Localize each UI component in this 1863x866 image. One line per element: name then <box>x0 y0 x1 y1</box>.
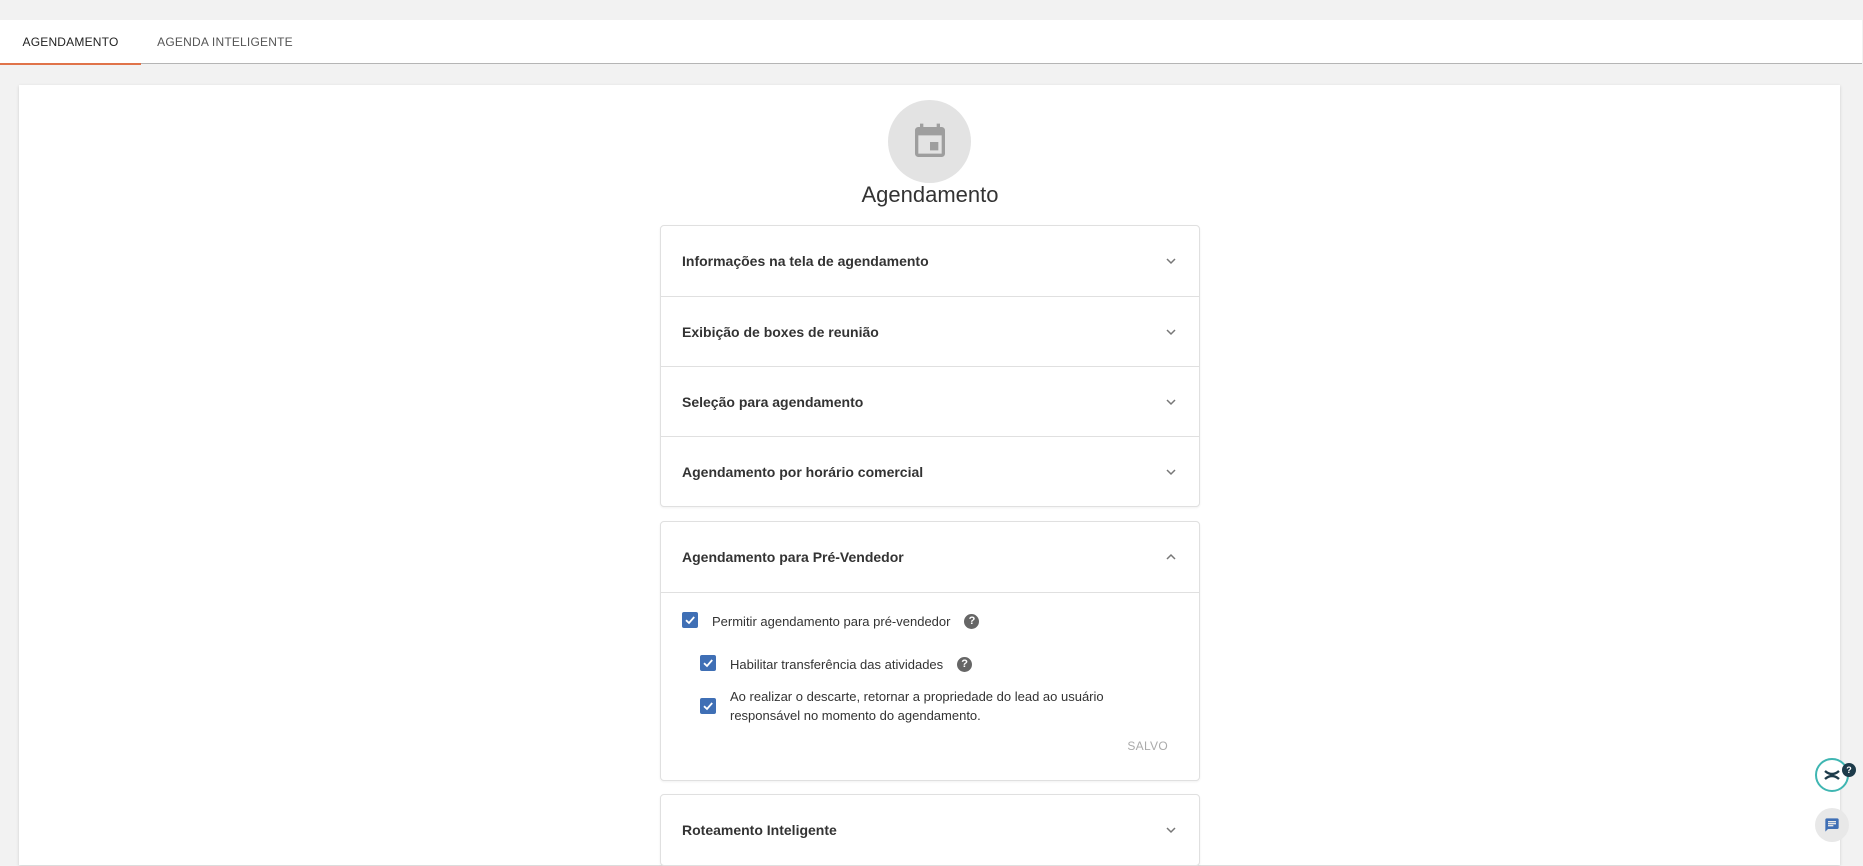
chat-button[interactable] <box>1815 808 1849 842</box>
top-strip <box>0 0 1863 20</box>
option-habilitar-transferencia: Habilitar transferência das atividades ? <box>700 655 973 674</box>
chevron-down-icon <box>1166 469 1176 476</box>
page-title: Agendamento <box>861 182 999 207</box>
checkbox-permitir-pre-vendedor[interactable] <box>682 612 698 628</box>
accordion-selecao-agendamento[interactable]: Seleção para agendamento <box>661 366 1199 436</box>
help-icon[interactable]: ? <box>964 614 980 629</box>
check-icon <box>685 616 695 625</box>
accordion-group-bottom: Roteamento Inteligente <box>660 794 1200 866</box>
option-label: Ao realizar o descarte, retornar a propr… <box>730 689 1104 723</box>
accordion-group-top: Informações na tela de agendamento Exibi… <box>660 225 1200 507</box>
chevron-down-icon <box>1166 258 1176 265</box>
accordion-label: Roteamento Inteligente <box>682 822 837 838</box>
check-icon <box>703 702 713 711</box>
checkbox-descarte-retornar[interactable] <box>700 698 716 714</box>
accordion-pre-vendedor-header[interactable]: Agendamento para Pré-Vendedor <box>661 522 1199 592</box>
support-logo-icon <box>1824 770 1840 780</box>
accordion-horario-comercial[interactable]: Agendamento por horário comercial <box>661 436 1199 506</box>
accordion-label: Informações na tela de agendamento <box>682 253 929 269</box>
accordion-pre-vendedor: Agendamento para Pré-Vendedor Permitir a… <box>660 521 1200 781</box>
accordion-label: Agendamento por horário comercial <box>682 464 924 480</box>
check-icon <box>703 659 713 668</box>
tab-bar: AGENDAMENTO AGENDA INTELIGENTE <box>0 20 1862 65</box>
help-badge: ? <box>1842 763 1856 777</box>
accordion-exibicao-boxes[interactable]: Exibição de boxes de reunião <box>661 296 1199 366</box>
accordion-informacoes-tela[interactable]: Informações na tela de agendamento <box>661 226 1199 296</box>
tab-agenda-inteligente[interactable]: AGENDA INTELIGENTE <box>141 20 309 64</box>
help-icon[interactable]: ? <box>957 657 973 672</box>
accordion-label: Exibição de boxes de reunião <box>682 324 879 340</box>
accordion-label: Agendamento para Pré-Vendedor <box>682 549 904 565</box>
option-descarte-retornar: Ao realizar o descarte, retornar a propr… <box>700 687 1120 725</box>
save-button[interactable]: SALVO <box>1127 739 1168 753</box>
chevron-down-icon <box>1166 329 1176 336</box>
tab-agendamento[interactable]: AGENDAMENTO <box>0 20 141 65</box>
checkbox-habilitar-transferencia[interactable] <box>700 655 716 671</box>
chevron-down-icon <box>1166 827 1176 834</box>
accordion-body: Permitir agendamento para pré-vendedor ?… <box>661 592 1199 780</box>
accordion-roteamento-inteligente[interactable]: Roteamento Inteligente <box>661 795 1199 865</box>
chevron-up-icon <box>1166 553 1176 560</box>
accordion-label: Seleção para agendamento <box>682 394 864 410</box>
option-label: Habilitar transferência das atividades <box>730 657 944 672</box>
option-permitir-pre-vendedor: Permitir agendamento para pré-vendedor ? <box>682 612 980 631</box>
calendar-icon <box>888 100 971 183</box>
chat-icon <box>1825 818 1839 832</box>
chevron-down-icon <box>1166 399 1176 406</box>
option-label: Permitir agendamento para pré-vendedor <box>712 614 951 629</box>
